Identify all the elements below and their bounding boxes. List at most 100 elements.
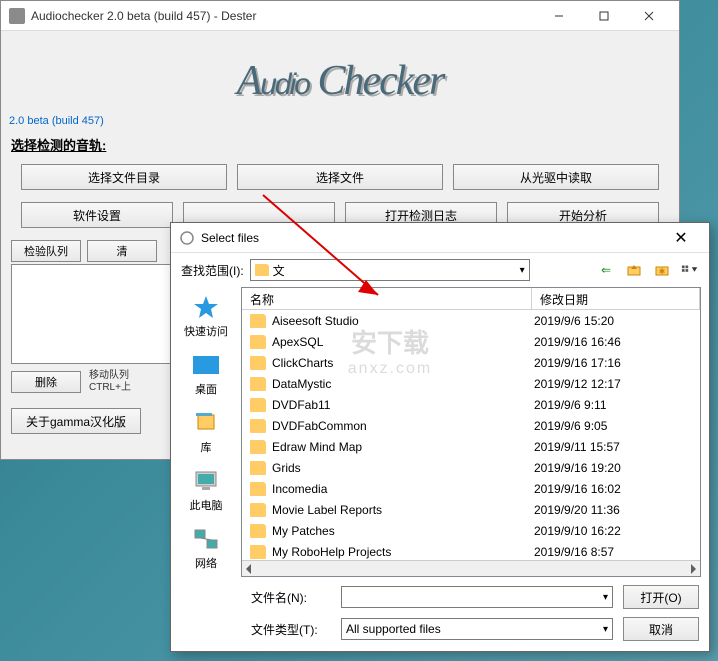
logo-area: Audio Checker 2.0 beta (build 457) [1, 31, 679, 131]
folder-icon [250, 482, 266, 496]
dialog-icon [179, 230, 195, 246]
library-icon [190, 409, 222, 437]
file-row[interactable]: DVDFab112019/9/6 9:11 [242, 394, 700, 415]
back-icon[interactable]: ⇐ [597, 261, 615, 279]
up-icon[interactable] [625, 261, 643, 279]
place-this-pc[interactable]: 此电脑 [190, 467, 223, 513]
col-name-header[interactable]: 名称 [242, 288, 532, 309]
minimize-button[interactable] [536, 2, 581, 30]
select-file-button[interactable]: 选择文件 [237, 164, 443, 190]
places-bar: 快速访问 桌面 库 此电脑 网络 [171, 287, 241, 577]
file-date: 2019/9/16 8:57 [534, 545, 700, 559]
col-date-header[interactable]: 修改日期 [532, 288, 700, 309]
file-name: DataMystic [272, 377, 534, 391]
read-cd-button[interactable]: 从光驱中读取 [453, 164, 659, 190]
file-date: 2019/9/12 12:17 [534, 377, 700, 391]
filetype-row: 文件类型(T): All supported files▾ 取消 [251, 617, 699, 641]
file-name: Edraw Mind Map [272, 440, 534, 454]
place-network[interactable]: 网络 [190, 525, 222, 571]
file-name: Grids [272, 461, 534, 475]
window-title: Audiochecker 2.0 beta (build 457) - Dest… [31, 9, 536, 23]
logo-text: Audio Checker [237, 57, 444, 105]
cancel-button[interactable]: 取消 [623, 617, 699, 641]
folder-icon [250, 335, 266, 349]
file-row[interactable]: Movie Label Reports2019/9/20 11:36 [242, 499, 700, 520]
file-row[interactable]: Incomedia2019/9/16 16:02 [242, 478, 700, 499]
open-button[interactable]: 打开(O) [623, 585, 699, 609]
select-folder-button[interactable]: 选择文件目录 [21, 164, 227, 190]
folder-icon [250, 503, 266, 517]
place-library[interactable]: 库 [190, 409, 222, 455]
filename-label: 文件名(N): [251, 589, 331, 606]
file-name: Movie Label Reports [272, 503, 534, 517]
app-icon [9, 8, 25, 24]
svg-text:✱: ✱ [659, 267, 666, 276]
folder-icon [250, 377, 266, 391]
network-icon [190, 525, 222, 553]
file-date: 2019/9/16 17:16 [534, 356, 700, 370]
file-row[interactable]: My RoboHelp Projects2019/9/16 8:57 [242, 541, 700, 560]
file-date: 2019/9/11 15:57 [534, 440, 700, 454]
file-list-header: 名称 修改日期 [242, 288, 700, 310]
dialog-body: 快速访问 桌面 库 此电脑 网络 名称 修改日期 [171, 287, 709, 577]
file-dialog: Select files ✕ 查找范围(I): 文 ▾ ⇐ ✱ 快速访问 桌面 [170, 222, 710, 652]
about-button[interactable]: 关于gamma汉化版 [11, 408, 141, 434]
new-folder-icon[interactable]: ✱ [653, 261, 671, 279]
folder-icon [250, 461, 266, 475]
dialog-title: Select files [201, 231, 661, 245]
folder-icon [255, 264, 269, 276]
file-date: 2019/9/6 9:05 [534, 419, 700, 433]
maximize-button[interactable] [581, 2, 626, 30]
filetype-label: 文件类型(T): [251, 621, 331, 638]
file-name: My Patches [272, 524, 534, 538]
folder-icon [250, 545, 266, 559]
file-rows[interactable]: Aiseesoft Studio2019/9/6 15:20ApexSQL201… [242, 310, 700, 560]
lookin-label: 查找范围(I): [181, 262, 244, 279]
lookin-combo[interactable]: 文 ▾ [250, 259, 530, 281]
dialog-close-button[interactable]: ✕ [661, 224, 701, 252]
folder-icon [250, 440, 266, 454]
file-row[interactable]: ClickCharts2019/9/16 17:16 [242, 352, 700, 373]
section-label: 选择检测的音轨: [1, 131, 679, 158]
dialog-bottom: 文件名(N): ▾ 打开(O) 文件类型(T): All supported f… [171, 577, 709, 651]
horizontal-scrollbar[interactable] [242, 560, 700, 576]
file-row[interactable]: ApexSQL2019/9/16 16:46 [242, 331, 700, 352]
delete-button[interactable]: 删除 [11, 371, 81, 393]
computer-icon [190, 467, 222, 495]
star-icon [190, 293, 222, 321]
chevron-down-icon: ▾ [603, 624, 608, 635]
file-row[interactable]: Aiseesoft Studio2019/9/6 15:20 [242, 310, 700, 331]
place-desktop[interactable]: 桌面 [190, 351, 222, 397]
clear-tab[interactable]: 清 [87, 240, 157, 262]
folder-icon [250, 398, 266, 412]
settings-button[interactable]: 软件设置 [21, 202, 173, 228]
desktop-icon [190, 351, 222, 379]
close-button[interactable] [626, 2, 671, 30]
file-row[interactable]: Edraw Mind Map2019/9/11 15:57 [242, 436, 700, 457]
folder-icon [250, 314, 266, 328]
file-date: 2019/9/6 15:20 [534, 314, 700, 328]
file-name: Incomedia [272, 482, 534, 496]
place-quick-access[interactable]: 快速访问 [184, 293, 228, 339]
file-date: 2019/9/16 16:02 [534, 482, 700, 496]
file-row[interactable]: DVDFabCommon2019/9/6 9:05 [242, 415, 700, 436]
lookin-row: 查找范围(I): 文 ▾ ⇐ ✱ [171, 253, 709, 287]
file-row[interactable]: Grids2019/9/16 19:20 [242, 457, 700, 478]
nav-icons: ⇐ ✱ [597, 261, 699, 279]
check-queue-tab[interactable]: 检验队列 [11, 240, 81, 262]
file-name: DVDFabCommon [272, 419, 534, 433]
file-name: ApexSQL [272, 335, 534, 349]
folder-icon [250, 356, 266, 370]
version-text: 2.0 beta (build 457) [9, 115, 104, 127]
filetype-combo[interactable]: All supported files▾ [341, 618, 613, 640]
file-date: 2019/9/6 9:11 [534, 398, 700, 412]
file-name: My RoboHelp Projects [272, 545, 534, 559]
chevron-down-icon: ▾ [603, 592, 608, 603]
filename-input[interactable]: ▾ [341, 586, 613, 608]
file-list: 名称 修改日期 Aiseesoft Studio2019/9/6 15:20Ap… [241, 287, 701, 577]
chevron-down-icon: ▾ [520, 265, 525, 276]
file-row[interactable]: DataMystic2019/9/12 12:17 [242, 373, 700, 394]
file-row[interactable]: My Patches2019/9/10 16:22 [242, 520, 700, 541]
file-date: 2019/9/10 16:22 [534, 524, 700, 538]
view-menu-icon[interactable] [681, 261, 699, 279]
